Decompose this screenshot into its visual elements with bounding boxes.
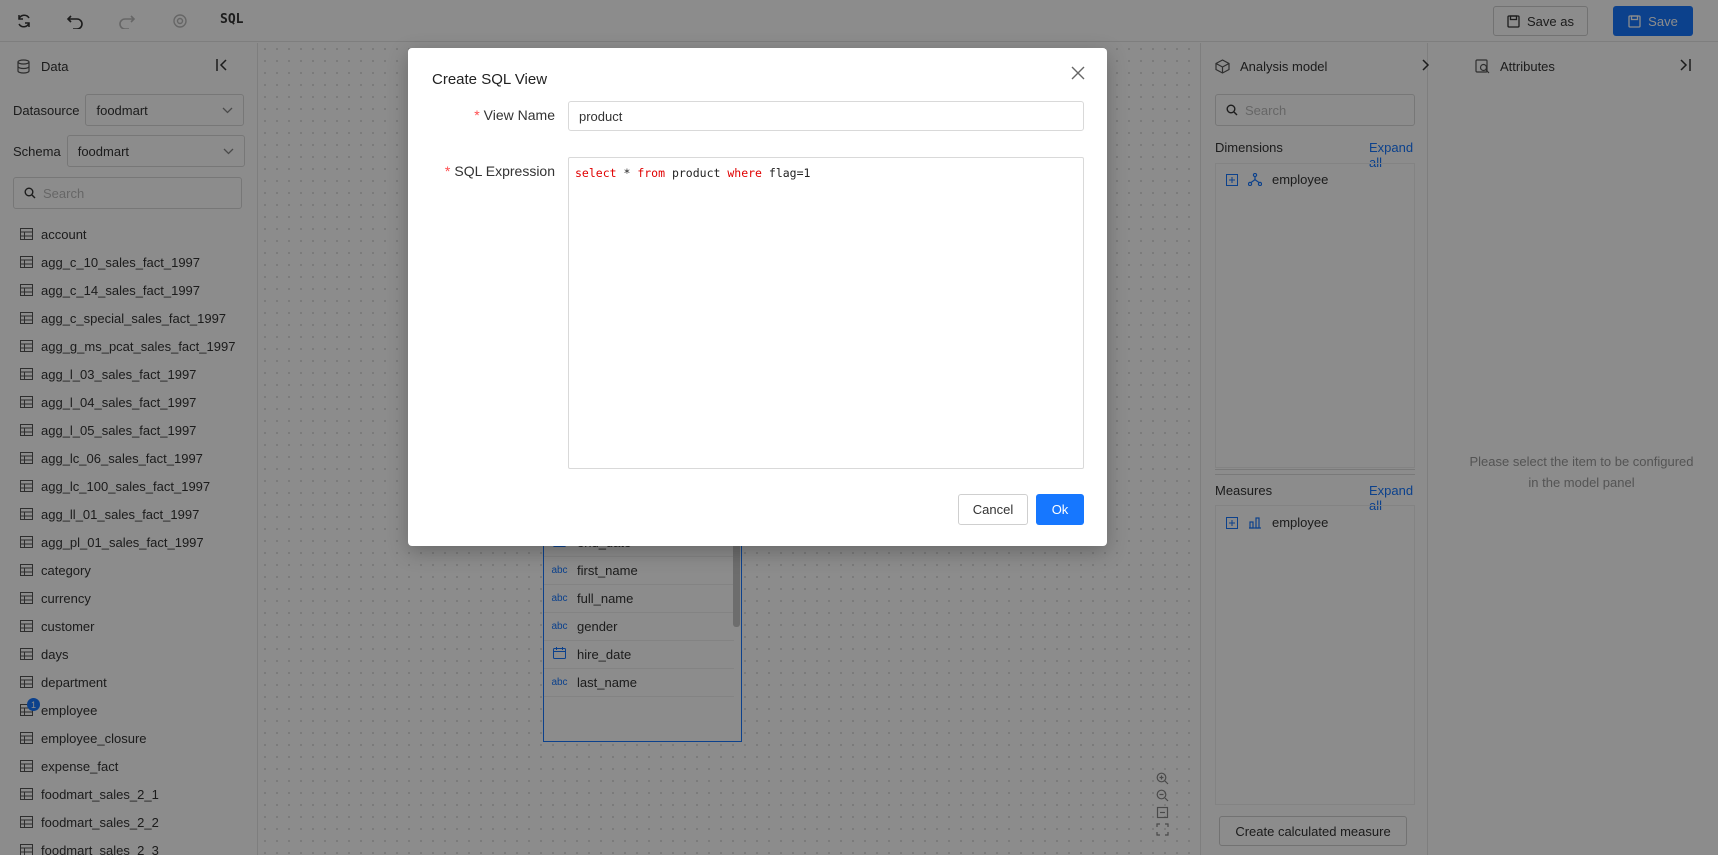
required-mark: *	[444, 163, 451, 179]
sql-text: *	[616, 166, 638, 180]
view-name-label: * View Name	[474, 107, 555, 123]
sql-text: flag=1	[761, 166, 811, 180]
sql-text: product	[665, 166, 728, 180]
ok-button[interactable]: Ok	[1036, 494, 1084, 525]
sql-expression-label: * SQL Expression	[444, 163, 555, 179]
sql-expression-editor[interactable]: select * from product where flag=1	[568, 157, 1084, 469]
sql-keyword: from	[637, 166, 666, 180]
cancel-button[interactable]: Cancel	[958, 494, 1028, 525]
required-mark: *	[474, 107, 480, 123]
view-name-input[interactable]	[568, 101, 1084, 131]
dialog-title: Create SQL View	[432, 71, 548, 88]
sql-keyword: where	[727, 166, 762, 180]
create-sql-view-dialog: Create SQL View *View Name *SQL Expressi…	[408, 48, 1107, 546]
sql-keyword: select	[575, 166, 617, 180]
close-icon[interactable]	[1070, 65, 1086, 84]
